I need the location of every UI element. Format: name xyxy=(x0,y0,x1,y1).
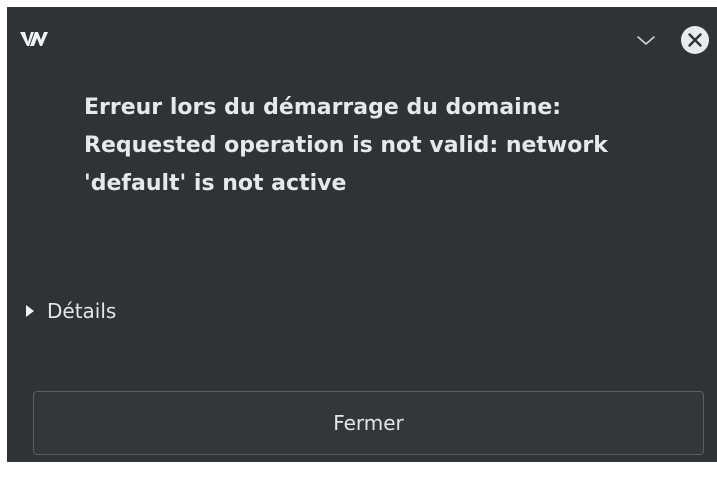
chevron-down-icon[interactable] xyxy=(635,32,657,48)
title-bar[interactable] xyxy=(7,7,717,67)
close-icon[interactable] xyxy=(679,24,711,56)
triangle-right-icon xyxy=(26,305,34,317)
error-dialog: Erreur lors du démarrage du domaine: Req… xyxy=(7,7,717,462)
virt-manager-logo-icon xyxy=(20,32,48,46)
close-button-label: Fermer xyxy=(333,411,404,435)
details-label: Détails xyxy=(47,299,117,323)
close-button[interactable]: Fermer xyxy=(33,391,704,455)
details-expander[interactable]: Détails xyxy=(24,299,116,323)
error-message: Erreur lors du démarrage du domaine: Req… xyxy=(84,95,608,196)
